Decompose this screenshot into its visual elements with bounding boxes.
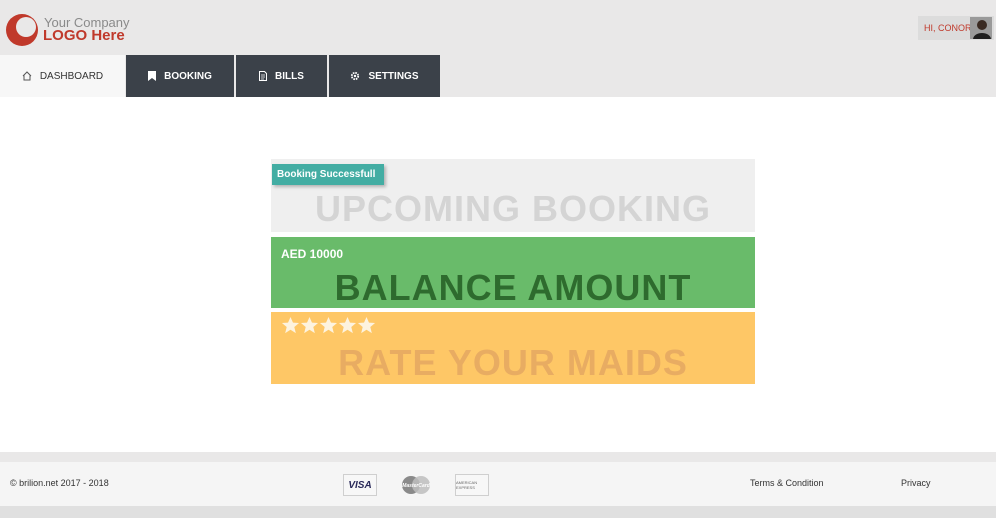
- user-menu[interactable]: HI, CONOR: [918, 16, 994, 40]
- logo-mark-icon: [6, 14, 38, 46]
- tab-booking[interactable]: BOOKING: [126, 55, 234, 97]
- tab-bills-label: BILLS: [275, 70, 304, 82]
- footer: © brilion.net 2017 - 2018 VISA MasterCar…: [0, 462, 996, 506]
- star-icon[interactable]: [319, 316, 338, 335]
- upcoming-booking-title: UPCOMING BOOKING: [314, 188, 711, 229]
- balance-amount-card[interactable]: AED 10000 BALANCE AMOUNT: [271, 237, 755, 308]
- bookmark-icon: [148, 71, 157, 81]
- copyright-text: © brilion.net 2017 - 2018: [10, 478, 109, 488]
- amex-logo: AMERICAN EXPRESS: [455, 474, 489, 496]
- footer-separator: [0, 452, 996, 462]
- star-icon[interactable]: [300, 316, 319, 335]
- star-icon[interactable]: [338, 316, 357, 335]
- star-icon[interactable]: [357, 316, 376, 335]
- document-icon: [259, 71, 268, 81]
- rate-maids-title: RATE YOUR MAIDS: [338, 342, 688, 383]
- terms-link[interactable]: Terms & Condition: [750, 478, 824, 488]
- logo-text-line2: LOGO Here: [43, 27, 125, 44]
- tab-settings-label: SETTINGS: [368, 70, 419, 82]
- tab-bills[interactable]: BILLS: [236, 55, 327, 97]
- rating-stars[interactable]: [281, 316, 376, 336]
- home-icon: [22, 71, 32, 81]
- user-greeting: HI, CONOR: [924, 23, 972, 33]
- upcoming-booking-card[interactable]: Booking Successfull UPCOMING BOOKING: [271, 159, 755, 232]
- star-icon[interactable]: [281, 316, 300, 335]
- rate-maids-card[interactable]: RATE YOUR MAIDS: [271, 312, 755, 384]
- booking-success-badge: Booking Successfull: [272, 164, 384, 185]
- privacy-link[interactable]: Privacy: [901, 478, 931, 488]
- main-nav: DASHBOARD BOOKING BILLS SETTINGS: [0, 55, 996, 97]
- tab-dashboard[interactable]: DASHBOARD: [0, 55, 125, 97]
- company-logo[interactable]: Your Company LOGO Here: [5, 12, 135, 50]
- dashboard-content: Booking Successfull UPCOMING BOOKING AED…: [0, 97, 996, 452]
- balance-amount-title: BALANCE AMOUNT: [334, 267, 692, 308]
- mastercard-logo: MasterCard: [398, 474, 434, 496]
- balance-value: AED 10000: [281, 247, 344, 261]
- avatar[interactable]: [970, 17, 992, 39]
- tab-dashboard-label: DASHBOARD: [39, 70, 104, 82]
- gear-icon: [350, 71, 360, 81]
- mastercard-text: MasterCard: [402, 483, 430, 489]
- user-photo-icon: [970, 17, 992, 39]
- header: Your Company LOGO Here HI, CONOR: [0, 0, 996, 55]
- tab-settings[interactable]: SETTINGS: [329, 55, 440, 97]
- visa-logo: VISA: [343, 474, 377, 496]
- tab-booking-label: BOOKING: [164, 70, 212, 82]
- bottom-strip: [0, 506, 996, 518]
